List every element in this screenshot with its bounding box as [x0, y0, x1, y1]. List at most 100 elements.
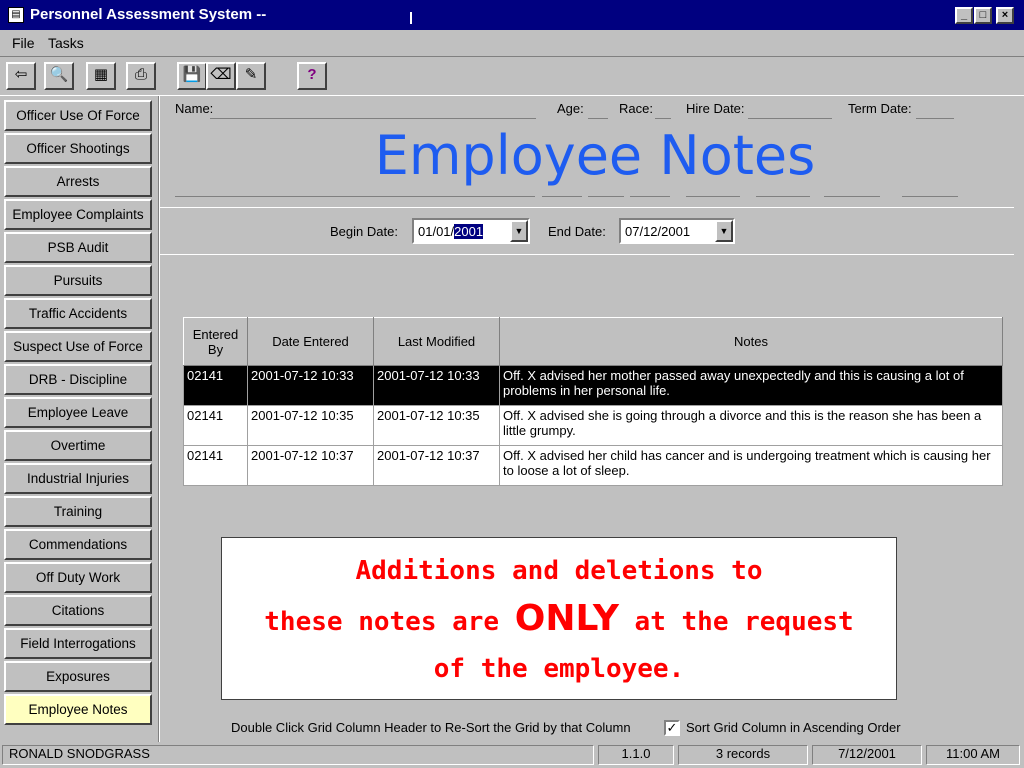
column-header-notes[interactable]: Notes [499, 317, 1003, 366]
column-header-entered-by[interactable]: Entered By [183, 317, 248, 366]
header-field [824, 196, 880, 197]
sidebar-item-officer-use-of-force[interactable]: Officer Use Of Force [4, 100, 152, 131]
table-row[interactable]: 02141 2001-07-12 10:33 2001-07-12 10:33 … [183, 365, 1003, 406]
chevron-down-icon[interactable]: ▼ [510, 220, 528, 242]
sidebar-item-traffic-accidents[interactable]: Traffic Accidents [4, 298, 152, 329]
exit-icon[interactable]: ⇦ [6, 62, 36, 90]
sidebar-item-officer-shootings[interactable]: Officer Shootings [4, 133, 152, 164]
status-user: RONALD SNODGRASS [2, 745, 594, 765]
race-label: Race: [619, 101, 653, 116]
sort-hint: Double Click Grid Column Header to Re-So… [231, 720, 631, 735]
section-divider [160, 207, 1014, 208]
end-date-select[interactable]: 07/12/2001 ▼ [619, 218, 735, 244]
status-time: 11:00 AM [926, 745, 1020, 765]
notes-grid: Entered By Date Entered Last Modified No… [183, 317, 1003, 486]
maximize-button[interactable]: □ [974, 7, 992, 24]
notice-line-2-start: these notes are [264, 607, 500, 637]
sidebar-item-off-duty-work[interactable]: Off Duty Work [4, 562, 152, 593]
header-field [756, 196, 810, 197]
sidebar-item-field-interrogations[interactable]: Field Interrogations [4, 628, 152, 659]
begin-date-year-selected: 2001 [454, 224, 484, 239]
column-header-date-entered[interactable]: Date Entered [247, 317, 374, 366]
notice-line-2-end: at the request [634, 607, 854, 637]
menu-bar: File Tasks [0, 30, 1024, 56]
window-title: Personnel Assessment System -- [30, 6, 267, 23]
cell-last-modified: 2001-07-12 10:37 [373, 445, 500, 486]
page-title: Employee Notes [374, 124, 816, 187]
sidebar-item-pursuits[interactable]: Pursuits [4, 265, 152, 296]
header-field [686, 196, 740, 197]
column-header-last-modified[interactable]: Last Modified [373, 317, 500, 366]
end-date-label: End Date: [548, 224, 606, 239]
age-label: Age: [557, 101, 584, 116]
chevron-down-icon[interactable]: ▼ [715, 220, 733, 242]
cell-last-modified: 2001-07-12 10:35 [373, 405, 500, 446]
cell-entered-by: 02141 [183, 365, 248, 406]
end-date-value: 07/12/2001 [625, 224, 691, 239]
sidebar-item-employee-notes[interactable]: Employee Notes [4, 694, 152, 725]
window-frame-right [1014, 96, 1024, 742]
close-button[interactable]: × [996, 7, 1014, 24]
term-date-field [916, 118, 954, 119]
cell-notes: Off. X advised she is going through a di… [499, 405, 1003, 446]
name-field [210, 118, 536, 119]
status-records: 3 records [678, 745, 808, 765]
pencil-icon[interactable]: ✎ [236, 62, 266, 90]
menu-tasks[interactable]: Tasks [48, 35, 84, 51]
sidebar-item-commendations[interactable]: Commendations [4, 529, 152, 560]
term-date-label: Term Date: [848, 101, 912, 116]
notice-box: Additions and deletions to these notes a… [221, 537, 897, 700]
cell-entered-by: 02141 [183, 445, 248, 486]
race-field [655, 118, 671, 119]
begin-date-prefix: 01/01/ [418, 224, 455, 239]
sort-ascending-checkbox[interactable]: ✓ [664, 720, 680, 736]
cell-date-entered: 2001-07-12 10:33 [247, 365, 374, 406]
eraser-icon[interactable]: ⌫ [206, 62, 236, 90]
sidebar-item-exposures[interactable]: Exposures [4, 661, 152, 692]
notice-line-3: of the employee. [433, 654, 685, 684]
sidebar-item-suspect-use-of-force[interactable]: Suspect Use of Force [4, 331, 152, 362]
sidebar-item-overtime[interactable]: Overtime [4, 430, 152, 461]
cell-date-entered: 2001-07-12 10:37 [247, 445, 374, 486]
header-field [902, 196, 958, 197]
cell-notes: Off. X advised her child has cancer and … [499, 445, 1003, 486]
cell-entered-by: 02141 [183, 405, 248, 446]
title-bar-divider [410, 12, 412, 24]
menu-file[interactable]: File [12, 35, 35, 51]
name-label: Name: [175, 101, 214, 116]
cell-notes: Off. X advised her mother passed away un… [499, 365, 1003, 406]
toolbar: ⇦ 🔍 ▦ ⎙ 💾 ⌫ ✎ ? [0, 56, 1024, 96]
sidebar-item-psb-audit[interactable]: PSB Audit [4, 232, 152, 263]
sidebar-item-training[interactable]: Training [4, 496, 152, 527]
save-icon[interactable]: 💾 [177, 62, 207, 90]
binoculars-icon[interactable]: 🔍 [44, 62, 74, 90]
sidebar-item-industrial-injuries[interactable]: Industrial Injuries [4, 463, 152, 494]
help-icon[interactable]: ? [297, 62, 327, 90]
hire-date-field [748, 118, 832, 119]
notice-emphasis: ONLY [514, 598, 619, 639]
form-icon[interactable]: ▤ [8, 7, 24, 23]
sort-ascending-label: Sort Grid Column in Ascending Order [686, 720, 901, 735]
begin-date-value: 01/01/2001 [418, 224, 484, 239]
notice-line-2: these notes are ONLY at the request [222, 595, 896, 646]
sidebar-item-arrests[interactable]: Arrests [4, 166, 152, 197]
status-version: 1.1.0 [598, 745, 674, 765]
sidebar-item-drb-discipline[interactable]: DRB - Discipline [4, 364, 152, 395]
header-field [630, 196, 670, 197]
sidebar-item-employee-complaints[interactable]: Employee Complaints [4, 199, 152, 230]
sidebar-item-citations[interactable]: Citations [4, 595, 152, 626]
begin-date-select[interactable]: 01/01/2001 ▼ [412, 218, 530, 244]
age-field [588, 118, 608, 119]
table-row[interactable]: 02141 2001-07-12 10:35 2001-07-12 10:35 … [183, 405, 1003, 446]
header-field [175, 196, 535, 197]
minimize-button[interactable]: _ [955, 7, 973, 24]
title-bar: ▤ Personnel Assessment System -- _ □ × [0, 0, 1024, 30]
begin-date-label: Begin Date: [330, 224, 398, 239]
status-date: 7/12/2001 [812, 745, 922, 765]
sidebar-item-employee-leave[interactable]: Employee Leave [4, 397, 152, 428]
record-icon[interactable]: ▦ [86, 62, 116, 90]
header-field [588, 196, 624, 197]
sidebar-divider [158, 96, 160, 742]
print-icon[interactable]: ⎙ [126, 62, 156, 90]
table-row[interactable]: 02141 2001-07-12 10:37 2001-07-12 10:37 … [183, 445, 1003, 486]
